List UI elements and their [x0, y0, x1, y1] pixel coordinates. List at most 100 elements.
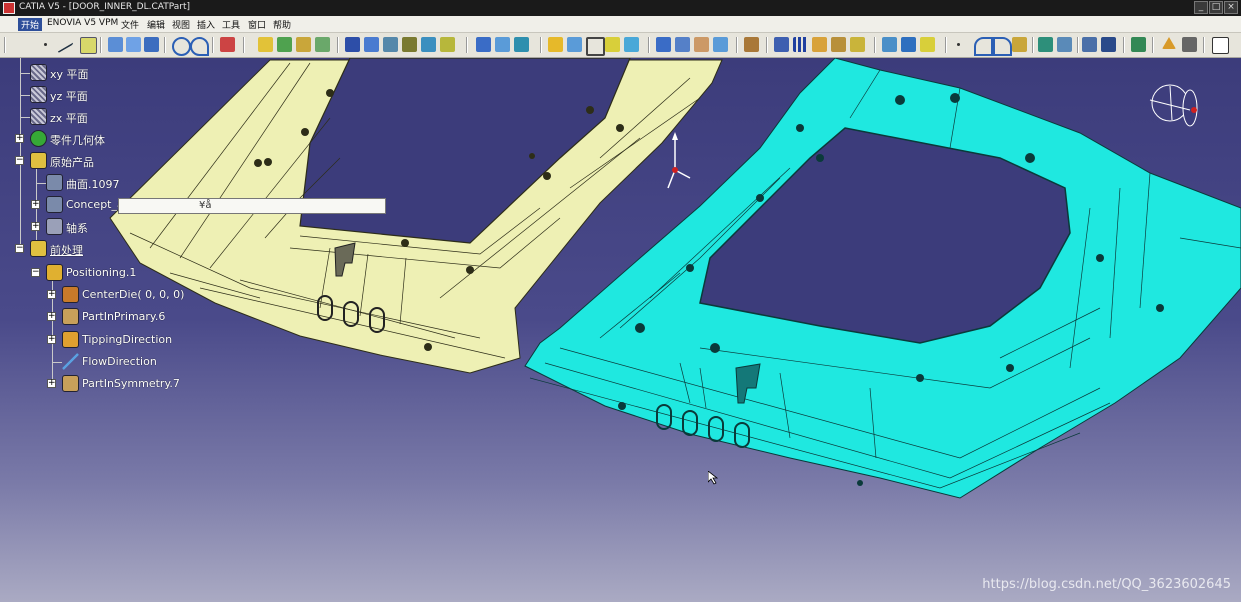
edit-icon[interactable] [1212, 37, 1229, 54]
toolbar-separator [100, 37, 102, 53]
split-icon[interactable] [345, 37, 360, 52]
tree-connector [20, 58, 21, 248]
3d-viewport[interactable]: xy 平面 yz 平面 zx 平面 + 零件几何体 − 原始产品 曲面.1097 [0, 58, 1241, 602]
tipping-direction-icon [62, 331, 79, 348]
mouse-cursor-icon [708, 471, 718, 485]
translate-icon[interactable] [421, 37, 436, 52]
table-icon[interactable] [793, 37, 808, 52]
tree-item-label: CenterDie( 0, 0, 0) [82, 288, 185, 301]
axis-system-icon [46, 218, 63, 235]
view-front-icon[interactable] [1038, 37, 1053, 52]
grid-icon[interactable] [774, 37, 789, 52]
toolbar [0, 32, 1241, 58]
surface-icon[interactable] [1012, 37, 1027, 52]
trim-icon[interactable] [364, 37, 379, 52]
knowledge-icon[interactable] [831, 37, 846, 52]
menu-help[interactable]: 帮助 [273, 18, 291, 31]
scaling-icon[interactable] [495, 37, 510, 52]
normal-view-icon[interactable] [656, 37, 671, 52]
menu-window[interactable]: 窗口 [248, 18, 266, 31]
expand-toggle[interactable]: + [47, 312, 56, 321]
wireframe-icon[interactable] [713, 37, 728, 52]
expand-toggle[interactable]: + [47, 290, 56, 299]
menu-view[interactable]: 视图 [172, 18, 190, 31]
toolbar-separator [466, 37, 468, 53]
plane-icon[interactable] [80, 37, 97, 54]
expand-toggle[interactable]: + [47, 335, 56, 344]
expand-toggle[interactable]: + [31, 200, 40, 209]
iso-view-icon[interactable] [675, 37, 690, 52]
color-icon[interactable] [220, 37, 235, 52]
healing-icon[interactable] [277, 37, 292, 52]
select-arrow-icon[interactable] [1162, 37, 1176, 49]
hand-icon[interactable] [744, 37, 759, 52]
preprocess-icon[interactable] [920, 37, 935, 52]
expand-toggle[interactable]: + [15, 134, 24, 143]
fly-mode-icon[interactable] [1182, 37, 1197, 52]
extrude-icon[interactable] [108, 37, 123, 52]
join-icon[interactable] [258, 37, 273, 52]
toolbar-separator [4, 37, 6, 53]
measure-icon[interactable] [605, 37, 620, 52]
plane-icon [30, 86, 47, 103]
render-icon[interactable] [882, 37, 897, 52]
close-button[interactable]: × [1224, 1, 1238, 14]
menu-insert[interactable]: 插入 [197, 18, 215, 31]
preprocess-icon [30, 240, 47, 257]
circle-icon[interactable] [172, 37, 191, 56]
symmetry-icon[interactable] [476, 37, 491, 52]
compass-icon[interactable] [1149, 84, 1198, 127]
toolbar-separator [1077, 37, 1079, 53]
menu-tools[interactable]: 工具 [222, 18, 240, 31]
point-icon[interactable] [44, 43, 47, 46]
toolbar-separator [337, 37, 339, 53]
menu-edit[interactable]: 编辑 [147, 18, 165, 31]
line-icon[interactable] [58, 32, 73, 54]
menu-file[interactable]: 文件 [121, 18, 139, 31]
catia-app-icon[interactable] [3, 2, 15, 14]
boundary-icon[interactable] [315, 37, 330, 52]
affinity-icon[interactable] [514, 37, 529, 52]
toolbar-separator [540, 37, 542, 53]
tree-item-label: PartInSymmetry.7 [82, 377, 180, 390]
swap-space-icon[interactable] [1101, 37, 1116, 52]
toolbar-separator [212, 37, 214, 53]
formula-icon[interactable] [850, 37, 865, 52]
tree-item-label: zx 平面 [50, 112, 88, 125]
section-icon[interactable] [567, 37, 582, 52]
menu-enovia[interactable]: ENOVIA V5 VPM [47, 18, 118, 28]
toolbar-separator [874, 37, 876, 53]
dot-icon[interactable] [957, 43, 960, 46]
tree-item-label: TippingDirection [82, 333, 173, 346]
analysis-icon[interactable] [624, 37, 639, 52]
hide-show-icon[interactable] [1082, 37, 1097, 52]
compass-icon[interactable] [1131, 37, 1146, 52]
collapse-toggle[interactable]: − [31, 268, 40, 277]
collapse-toggle[interactable]: − [15, 244, 24, 253]
shading-icon[interactable] [694, 37, 709, 52]
maximize-button[interactable]: □ [1209, 1, 1223, 14]
view-top-icon[interactable] [1057, 37, 1072, 52]
expand-toggle[interactable]: + [31, 222, 40, 231]
plane-icon [30, 64, 47, 81]
sweep-icon[interactable] [144, 37, 159, 52]
spline-icon[interactable] [190, 37, 209, 56]
curve-icon[interactable] [993, 37, 1012, 56]
catalog-icon[interactable] [812, 37, 827, 52]
arc-icon[interactable] [974, 37, 993, 56]
minimize-button[interactable]: _ [1194, 1, 1208, 14]
dress-up-icon[interactable] [901, 37, 916, 52]
rotate-icon[interactable] [440, 37, 455, 52]
expand-toggle[interactable]: + [47, 379, 56, 388]
fillet-icon[interactable] [402, 37, 417, 52]
revolve-icon[interactable] [126, 37, 141, 52]
collapse-toggle[interactable]: − [15, 156, 24, 165]
toolbar-separator [1032, 37, 1034, 53]
toolbar-separator [164, 37, 166, 53]
pattern-icon[interactable] [548, 37, 563, 52]
sketch-icon[interactable] [586, 37, 605, 56]
untrim-icon[interactable] [296, 37, 311, 52]
tree-connector [20, 117, 30, 118]
extract-icon[interactable] [383, 37, 398, 52]
menu-start[interactable]: 开始 [18, 18, 43, 31]
